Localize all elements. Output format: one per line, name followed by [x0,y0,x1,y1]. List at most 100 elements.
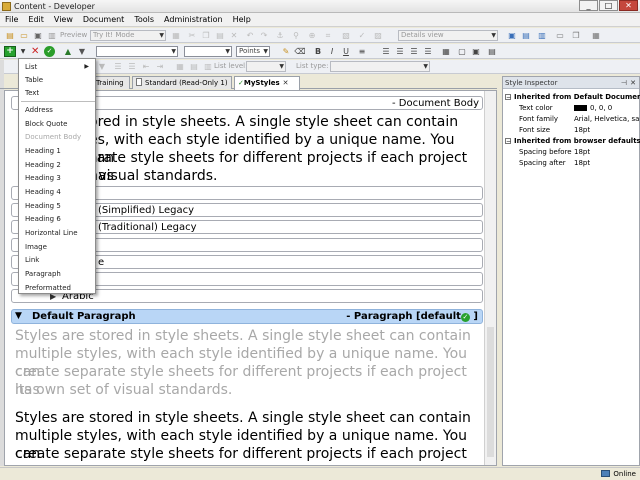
layout-3-icon[interactable]: ▥ [536,30,548,41]
print-icon[interactable]: ▥ [46,30,58,41]
pin-icon[interactable]: ⊣ [621,77,627,89]
open-folder-icon[interactable]: ▭ [18,30,30,41]
menu-item-list[interactable]: List ▶ [25,62,93,72]
zoom-icon[interactable]: ⊕ [306,30,318,41]
list-numbers-icon[interactable]: ☰ [126,61,138,72]
demote-icon[interactable]: ▼ [76,46,88,57]
font-select[interactable]: ▼ [184,46,232,57]
list-type-select[interactable]: ▼ [330,61,430,72]
cut-icon[interactable]: ✂ [186,30,198,41]
remove-element-icon[interactable]: ✕ [31,46,39,57]
close-button[interactable]: ✕ [619,0,638,11]
menu-item-heading-1[interactable]: Heading 1 [25,146,61,156]
view-mode-select[interactable]: Details view ▼ [398,30,498,41]
table-col-icon[interactable]: ▥ [202,61,214,72]
accept-icon[interactable]: ✓ [44,46,55,57]
undo-icon[interactable]: ↶ [244,30,256,41]
tab-mystyles[interactable]: ✓MyStyles ✕ [234,76,300,90]
menu-tools[interactable]: Tools [129,15,159,24]
menu-edit[interactable]: Edit [23,15,49,24]
menu-item-address[interactable]: Address [25,105,53,115]
menu-view[interactable]: View [49,15,78,24]
editor-scrollbar[interactable] [484,91,496,465]
menu-item-link[interactable]: Link [25,255,39,265]
menu-item-heading-2[interactable]: Heading 2 [25,160,61,170]
outdent-icon[interactable]: ⇤ [140,61,152,72]
default-paragraph-header[interactable]: ▼ Default Paragraph - Paragraph [default… [11,309,483,324]
list-level-select[interactable]: ▼ [246,61,286,72]
menu-item-image[interactable]: Image [25,242,47,252]
indent-icon[interactable]: ⇥ [154,61,166,72]
menu-item-paragraph[interactable]: Paragraph [25,269,61,279]
tab-standard[interactable]: Standard (Read-Only 1) [132,76,232,89]
delete-icon[interactable]: ✕ [228,30,240,41]
maximize-button[interactable]: □ [599,0,618,11]
new-doc-icon[interactable]: ▤ [4,30,16,41]
underline-button[interactable]: U [340,46,352,57]
insert-element-icon[interactable]: + [4,46,16,57]
settings-icon[interactable]: ▦ [590,30,602,41]
tryit-mode-select[interactable]: Try It! Mode ▼ [90,30,166,41]
menu-help[interactable]: Help [228,15,256,24]
copy-icon[interactable]: ❐ [200,30,212,41]
collapse-box-icon[interactable]: − [505,94,511,101]
align-center-icon[interactable]: ☰ [394,46,406,57]
spell-icon[interactable]: ▧ [340,30,352,41]
justify-icon[interactable]: ☰ [422,46,434,57]
promote-icon[interactable]: ▲ [62,46,74,57]
check-icon[interactable]: ✓ [356,30,368,41]
arrange-icon[interactable]: ❐ [570,30,582,41]
menu-administration[interactable]: Administration [159,15,228,24]
clear-format-icon[interactable]: ⌫ [294,46,306,57]
dropdown-icon[interactable]: ▼ [96,61,108,72]
preview-button[interactable]: Preview [60,30,87,41]
list-bullets-icon[interactable]: ☰ [112,61,124,72]
table-icon[interactable]: ▦ [440,46,452,57]
strike-icon[interactable]: ≡ [356,46,368,57]
menu-item-block-quote[interactable]: Block Quote [25,119,67,129]
link-icon[interactable]: ⚓ [274,30,286,41]
group-browser-defaults[interactable]: − Inherited from browser defaults [505,136,640,146]
spellcheck-icon[interactable]: ▦ [170,30,182,41]
collapse-arrow-icon[interactable]: ▼ [15,310,22,323]
style-select[interactable]: ▼ [96,46,178,57]
menu-item-heading-6[interactable]: Heading 6 [25,214,61,224]
table-row-icon[interactable]: ▤ [188,61,200,72]
tab-training[interactable]: Training [92,76,130,89]
menu-item-text[interactable]: Text [25,88,39,98]
menu-item-preformatted[interactable]: Preformatted [25,283,71,293]
insert-dropdown-icon[interactable]: ▼ [17,46,29,57]
redo-icon[interactable]: ↷ [258,30,270,41]
paint-icon[interactable]: ✎ [280,46,292,57]
menu-document[interactable]: Document [78,15,129,24]
menu-item-table[interactable]: Table [25,75,43,85]
menu-file[interactable]: File [0,15,23,24]
menu-item-horizontal-line[interactable]: Horizontal Line [25,228,78,238]
menu-item-heading-4[interactable]: Heading 4 [25,187,61,197]
find-icon[interactable]: ⚲ [290,30,302,41]
border-icon[interactable]: ▢ [456,46,468,57]
merge-icon[interactable]: ▤ [486,46,498,57]
save-icon[interactable]: ▣ [32,30,44,41]
menu-item-heading-3[interactable]: Heading 3 [25,173,61,183]
group-default-body[interactable]: −Inherited from Default Document Bo [505,92,640,102]
cell-icon[interactable]: ▣ [470,46,482,57]
scrollbar-thumb[interactable] [487,327,494,457]
size-select[interactable]: Points ▼ [236,46,270,57]
validate-icon[interactable]: ▨ [372,30,384,41]
align-right-icon[interactable]: ☰ [408,46,420,57]
paste-icon[interactable]: ▤ [214,30,226,41]
align-left-icon[interactable]: ☰ [380,46,392,57]
tab-close-icon[interactable]: ✕ [283,79,289,87]
menu-item-heading-5[interactable]: Heading 5 [25,201,61,211]
collapse-box-icon[interactable]: − [505,138,511,145]
minimize-button[interactable]: _ [579,0,598,11]
window-icon[interactable]: ▭ [554,30,566,41]
table-grid-icon[interactable]: ▦ [174,61,186,72]
bold-button[interactable]: B [312,46,324,57]
markup-icon[interactable]: ⌗ [322,30,334,41]
layout-2-icon[interactable]: ▤ [520,30,532,41]
panel-close-icon[interactable]: ✕ [630,77,636,89]
layout-1-icon[interactable]: ▣ [506,30,518,41]
italic-button[interactable]: I [326,46,338,57]
